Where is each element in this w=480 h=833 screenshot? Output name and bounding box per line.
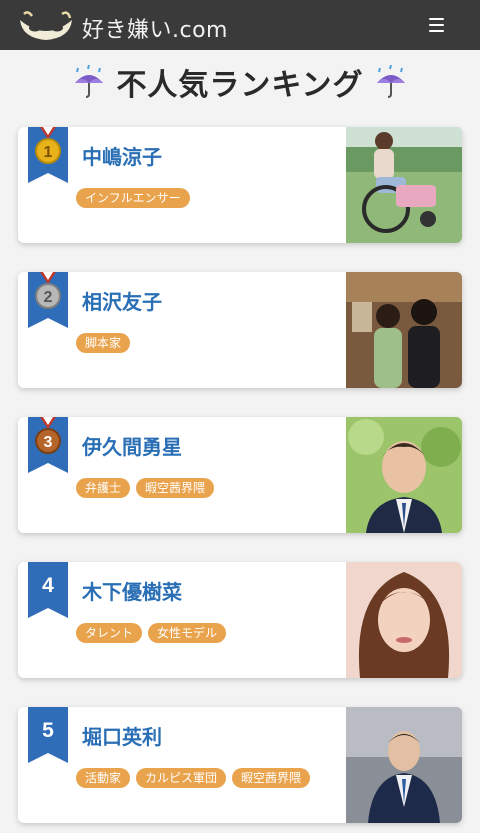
person-name[interactable]: 木下優樹菜 bbox=[82, 576, 182, 605]
svg-text:3: 3 bbox=[44, 434, 53, 451]
person-name[interactable]: 伊久間勇星 bbox=[82, 431, 182, 460]
hamburger-menu-icon[interactable] bbox=[429, 18, 444, 32]
umbrella-rain-icon bbox=[75, 65, 104, 98]
category-tag[interactable]: 女性モデル bbox=[148, 623, 227, 643]
category-tag[interactable]: 弁護士 bbox=[76, 478, 131, 498]
person-photo[interactable] bbox=[346, 272, 462, 388]
ranking-card[interactable]: 3 伊久間勇星 弁護士 暇空茜界隈 bbox=[18, 417, 462, 533]
category-tag[interactable]: 暇空茜界隈 bbox=[232, 768, 311, 788]
gold-medal-icon: 1 bbox=[28, 127, 68, 183]
category-tag[interactable]: インフルエンサー bbox=[76, 188, 190, 208]
svg-text:1: 1 bbox=[44, 144, 53, 161]
category-tag[interactable]: 暇空茜界隈 bbox=[136, 478, 215, 498]
ranking-card[interactable]: 2 相沢友子 脚本家 bbox=[18, 272, 462, 388]
category-tag[interactable]: カルピス軍団 bbox=[136, 768, 227, 788]
silver-medal-icon: 2 bbox=[28, 272, 68, 328]
mask-logo-icon[interactable] bbox=[18, 8, 74, 44]
ranking-card[interactable]: 5 堀口英利 活動家 カルピス軍団 暇空茜界隈 bbox=[18, 707, 462, 823]
person-photo[interactable] bbox=[346, 127, 462, 243]
ranking-card[interactable]: 1 中嶋涼子 インフルエンサー bbox=[18, 127, 462, 243]
bronze-medal-icon: 3 bbox=[28, 417, 68, 473]
person-name[interactable]: 相沢友子 bbox=[82, 286, 162, 315]
category-tag[interactable]: タレント bbox=[76, 623, 143, 643]
ranking-card[interactable]: 4 木下優樹菜 タレント 女性モデル bbox=[18, 562, 462, 678]
rank-number: 4 bbox=[42, 574, 54, 597]
svg-text:2: 2 bbox=[44, 289, 53, 306]
person-name[interactable]: 堀口英利 bbox=[82, 721, 162, 750]
person-photo[interactable] bbox=[346, 417, 462, 533]
site-header: 好き嫌い.com bbox=[0, 0, 480, 50]
person-name[interactable]: 中嶋涼子 bbox=[82, 141, 162, 170]
person-photo[interactable] bbox=[346, 707, 462, 823]
page-title-row: 不人気ランキング bbox=[0, 60, 480, 104]
site-name[interactable]: 好き嫌い.com bbox=[82, 12, 228, 44]
page-title: 不人気ランキング bbox=[116, 68, 364, 103]
category-tag[interactable]: 脚本家 bbox=[76, 333, 131, 353]
person-photo[interactable] bbox=[346, 562, 462, 678]
category-tag[interactable]: 活動家 bbox=[76, 768, 131, 788]
umbrella-rain-icon bbox=[376, 65, 405, 98]
rank-number: 5 bbox=[42, 719, 54, 742]
